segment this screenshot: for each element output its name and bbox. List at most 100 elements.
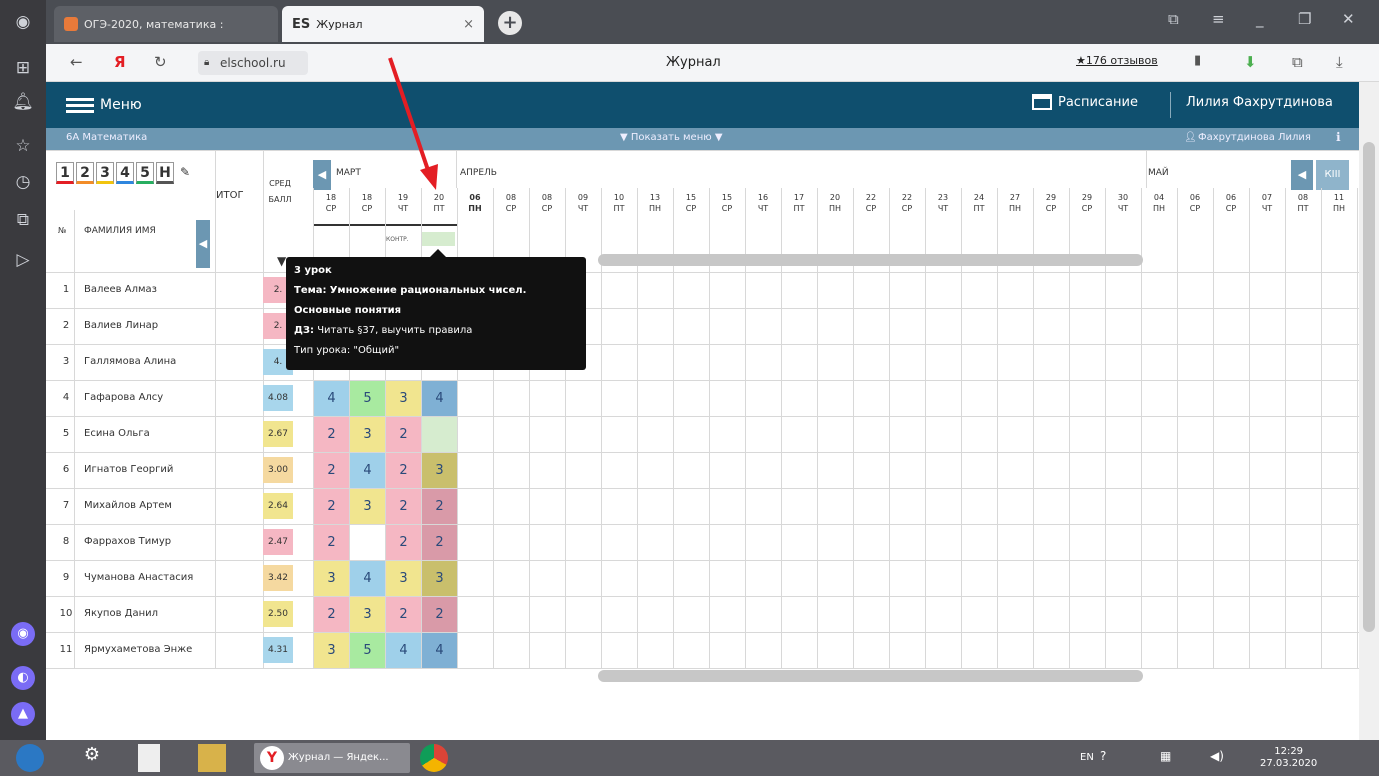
browser-logo-icon[interactable]: ◉ [9,8,37,36]
date-header[interactable]: 22 СР [889,192,925,214]
date-header[interactable]: 29 СР [1069,192,1105,214]
date-header[interactable]: 11 ПН [1321,192,1357,214]
mark-filter-5[interactable]: 5 [136,162,154,184]
table-row[interactable]: 1 Валеев Алмаз 2. [46,272,293,308]
downloads-icon[interactable]: ⤓ [1336,53,1343,71]
grade-cell[interactable]: 2 [314,453,349,488]
clock-icon[interactable]: ◷ [9,168,37,196]
grade-cell[interactable] [350,525,385,560]
date-header[interactable]: 06 ПН [457,192,493,214]
grade-cell[interactable]: 3 [350,597,385,632]
reviews-link[interactable]: ★176 отзывов [1076,54,1158,67]
table-row[interactable]: 11 Ярмухаметова Энже 4.31 [46,632,293,668]
tab-journal[interactable]: ES Журнал × [282,6,484,42]
class-subject[interactable]: 6А Математика [66,132,147,143]
date-header[interactable]: 24 ПТ [961,192,997,214]
grade-cell[interactable]: 2 [386,453,421,488]
play-icon[interactable]: ▷ [9,246,37,274]
alice-app-icon[interactable]: ◐ [11,666,35,690]
download-arrow-icon[interactable]: ⬇ [1244,53,1257,71]
network-icon[interactable]: ▦ [1160,749,1171,763]
menu-button[interactable]: Меню [66,93,142,117]
grade-cell[interactable]: 2 [386,417,421,452]
date-header[interactable]: 15 СР [673,192,709,214]
grid-icon[interactable]: ⊞ [9,54,37,82]
tab-manager-icon[interactable]: ⧉ [1168,10,1179,28]
mark-filter-1[interactable]: 1 [56,162,74,184]
grade-cell[interactable]: 3 [350,489,385,524]
date-header[interactable]: 18 СР [313,192,349,214]
help-icon[interactable]: ? [1100,749,1106,763]
yandex-icon[interactable]: Я [114,53,126,71]
grade-cell[interactable]: 5 [350,381,385,416]
grade-cell[interactable]: 3 [422,561,457,596]
date-header[interactable]: 04 ПН [1141,192,1177,214]
schedule-button[interactable]: Расписание [1032,94,1138,110]
grade-cell[interactable] [422,417,457,452]
date-header[interactable]: 06 СР [1213,192,1249,214]
table-row[interactable]: 9 Чуманова Анастасия 3.42 [46,560,293,596]
volume-icon[interactable]: ◀) [1210,749,1224,763]
grade-cell[interactable]: 2 [422,597,457,632]
bell-icon[interactable]: 🔔︎ [9,88,37,116]
extensions-icon[interactable]: ⧉ [1292,53,1303,71]
top-horizontal-scrollbar[interactable] [598,254,1143,266]
file-icon[interactable] [138,744,160,772]
grade-cell[interactable]: 2 [422,489,457,524]
table-row[interactable]: 3 Галлямова Алина 4. [46,344,293,380]
collapse-names-button[interactable]: ◀ [196,220,210,268]
grade-cell[interactable]: 2 [422,525,457,560]
grade-cell[interactable]: 5 [350,633,385,668]
date-header[interactable]: 23 ЧТ [925,192,961,214]
grade-cell[interactable]: 4 [314,381,349,416]
grade-cell[interactable]: 2 [314,489,349,524]
copy-icon[interactable]: ⧉ [9,206,37,234]
date-header[interactable]: 30 ЧТ [1105,192,1141,214]
table-row[interactable]: 7 Михайлов Артем 2.64 [46,488,293,524]
close-tab-icon[interactable]: × [463,17,474,32]
grade-cell[interactable]: 3 [422,453,457,488]
date-header[interactable]: 08 ПТ [1285,192,1321,214]
date-header[interactable]: 13 ПН [637,192,673,214]
date-header[interactable]: 06 СР [1177,192,1213,214]
selected-lesson-marker[interactable] [421,232,455,246]
close-window-icon[interactable]: ✕ [1342,10,1355,28]
table-row[interactable]: 8 Фаррахов Тимур 2.47 [46,524,293,560]
mark-filter-2[interactable]: 2 [76,162,94,184]
date-header[interactable]: 16 ЧТ [745,192,781,214]
alice-assistant-icon[interactable]: ▲ [11,702,35,726]
taskbar-browser-app[interactable]: Y Журнал — Яндек... [254,743,410,773]
date-header[interactable]: 29 СР [1033,192,1069,214]
grade-cell[interactable]: 2 [314,597,349,632]
alice-search-icon[interactable]: ◉ [11,622,35,646]
reload-icon[interactable]: ↻ [154,53,167,71]
grade-cell[interactable]: 3 [314,561,349,596]
pc-icon[interactable]: ⚙ [78,744,106,772]
grade-cell[interactable]: 3 [350,417,385,452]
new-tab-button[interactable]: + [498,11,522,35]
show-menu-button[interactable]: ▼ Показать меню ▼ [620,132,723,143]
table-row[interactable]: 5 Есина Ольга 2.67 [46,416,293,452]
windows-start-icon[interactable] [16,744,44,772]
star-icon[interactable]: ☆ [9,132,37,160]
filter-icon[interactable]: ▼ [277,254,286,268]
date-header[interactable]: 19 ЧТ [385,192,421,214]
eraser-icon[interactable]: ✎ [176,162,194,184]
date-header[interactable]: 18 СР [349,192,385,214]
date-header[interactable]: 27 ПН [997,192,1033,214]
grade-cell[interactable]: 2 [314,417,349,452]
grade-cell[interactable]: 2 [386,597,421,632]
date-header[interactable]: 08 СР [493,192,529,214]
mark-filter-3[interactable]: 3 [96,162,114,184]
date-header[interactable]: 20 ПТ [421,192,457,214]
bottom-horizontal-scrollbar[interactable] [598,670,1143,682]
minimize-icon[interactable]: _ [1256,10,1264,28]
user-name[interactable]: Лилия Фахрутдинова [1186,95,1333,110]
grade-cell[interactable]: 4 [422,381,457,416]
back-icon[interactable]: ← [70,53,83,71]
grade-cell[interactable]: 4 [386,633,421,668]
prev-month-button[interactable]: ◀ [313,160,331,190]
date-header[interactable]: 09 ЧТ [565,192,601,214]
language-indicator[interactable]: EN [1080,752,1094,763]
date-header[interactable]: 15 СР [709,192,745,214]
